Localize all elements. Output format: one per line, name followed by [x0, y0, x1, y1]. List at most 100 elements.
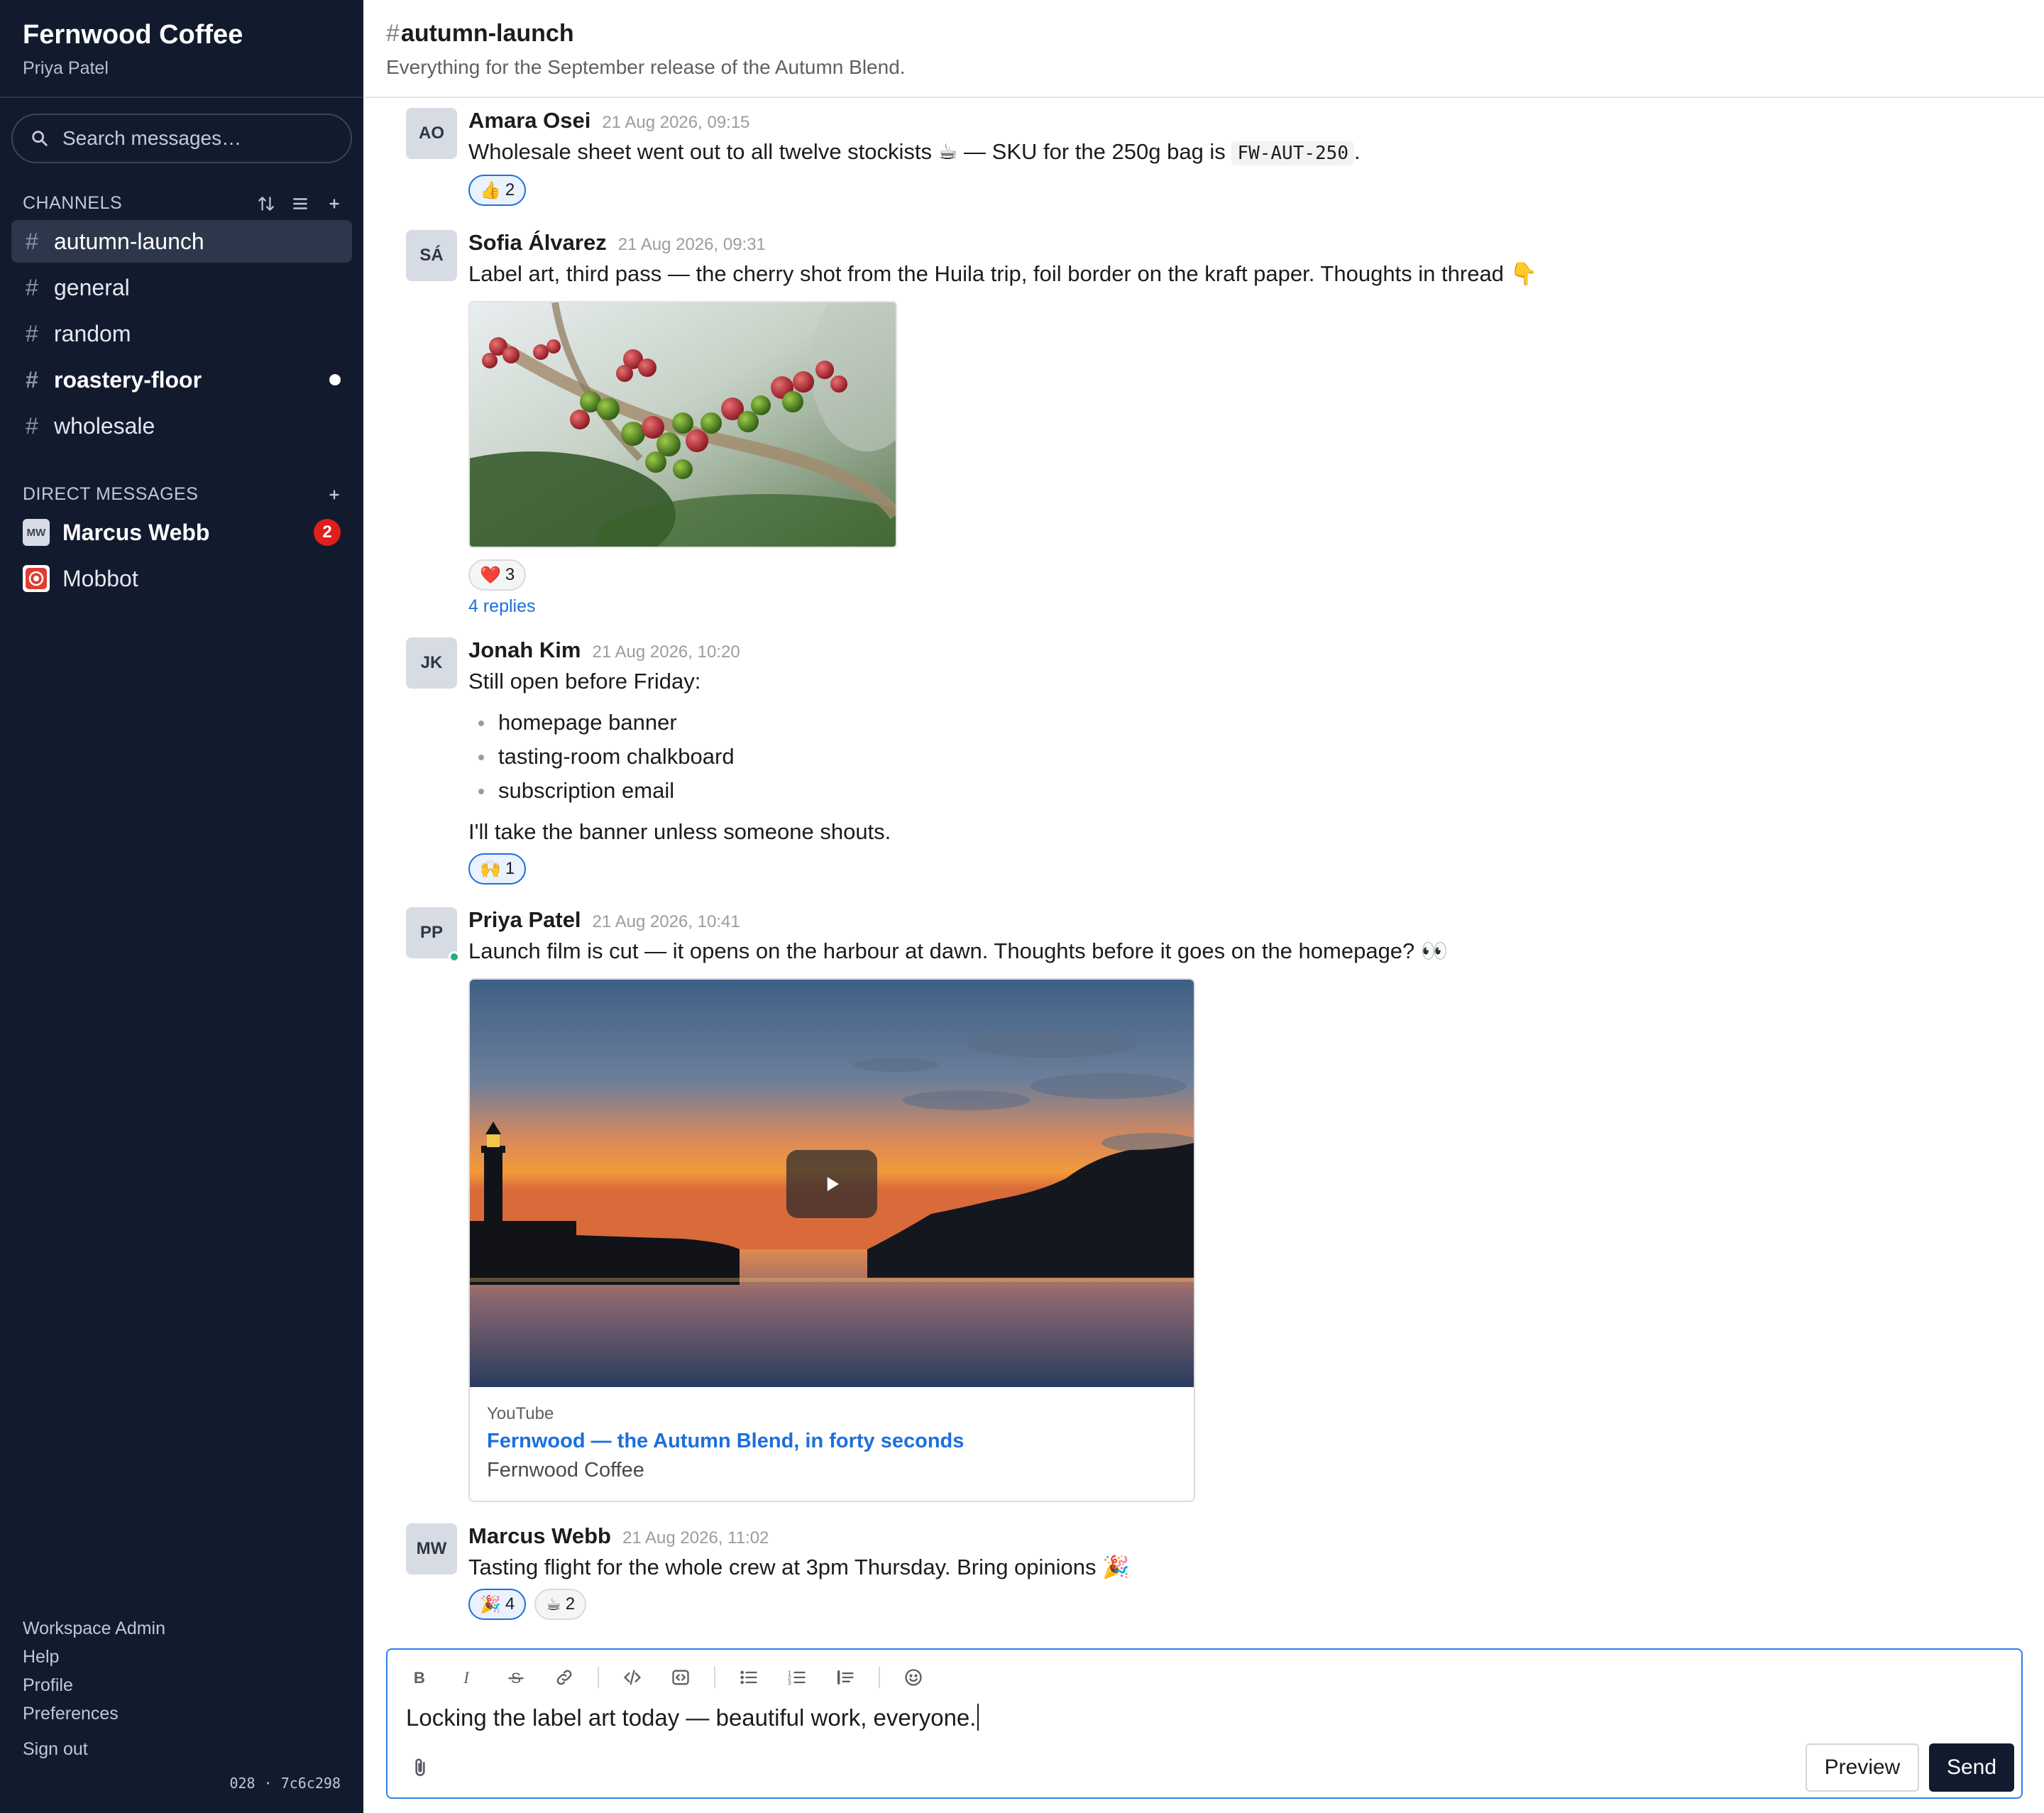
send-button[interactable]: Send	[1929, 1743, 2014, 1792]
sidebar: Fernwood Coffee Priya Patel CHANNELS # a…	[0, 0, 363, 1813]
sidebar-channel-wholesale[interactable]: # wholesale	[11, 405, 352, 447]
avatar[interactable]: PP	[406, 907, 457, 958]
search-input[interactable]	[62, 127, 332, 150]
message-author[interactable]: Marcus Webb	[468, 1523, 611, 1549]
play-button[interactable]	[786, 1150, 877, 1218]
reaction-pill[interactable]: ❤️ 3	[468, 559, 527, 591]
message-input[interactable]: Locking the label art today — beautiful …	[406, 1704, 979, 1731]
message-timestamp[interactable]: 21 Aug 2026, 11:02	[622, 1528, 769, 1548]
list-item: homepage banner	[468, 706, 2001, 740]
profile-link[interactable]: Profile	[23, 1675, 73, 1696]
unread-dot-icon	[329, 374, 341, 385]
video-embed[interactable]: YouTube Fernwood — the Autumn Blend, in …	[468, 978, 1195, 1502]
channel-header: #autumn-launch Everything for the Septem…	[386, 20, 906, 79]
channel-name: random	[54, 320, 131, 346]
video-source: YouTube	[487, 1404, 554, 1423]
sign-out-link[interactable]: Sign out	[23, 1739, 88, 1760]
channel-name: general	[54, 274, 130, 300]
message-timestamp[interactable]: 21 Aug 2026, 09:15	[602, 113, 749, 133]
sidebar-channel-random[interactable]: # random	[11, 312, 352, 355]
preferences-link[interactable]: Preferences	[23, 1704, 119, 1724]
reactions: 🙌 1	[468, 853, 2001, 884]
add-channel-icon[interactable]	[325, 195, 344, 213]
code-block-icon[interactable]	[666, 1663, 696, 1692]
channel-name: roastery-floor	[54, 366, 202, 393]
svg-text:I: I	[463, 1669, 470, 1687]
sidebar-channel-general[interactable]: # general	[11, 266, 352, 309]
blockquote-icon[interactable]	[830, 1663, 860, 1692]
reaction-pill[interactable]: ☕ 2	[534, 1589, 587, 1620]
sidebar-divider	[0, 97, 363, 98]
list-view-icon[interactable]	[291, 195, 309, 213]
workspace-admin-link[interactable]: Workspace Admin	[23, 1618, 165, 1639]
message-timestamp[interactable]: 21 Aug 2026, 09:31	[618, 235, 766, 255]
message-author[interactable]: Amara Osei	[468, 108, 590, 133]
search-box[interactable]	[11, 114, 352, 163]
svg-text:B: B	[414, 1669, 425, 1687]
add-dm-icon[interactable]	[325, 486, 344, 504]
reactions: 🎉 4 ☕ 2	[468, 1589, 2001, 1620]
message-text: Still open before Friday:	[468, 669, 701, 694]
avatar: MW	[23, 519, 50, 546]
heart-icon: ❤️	[480, 565, 501, 585]
sidebar-channel-autumn-launch[interactable]: # autumn-launch	[11, 220, 352, 263]
video-title-link[interactable]: Fernwood — the Autumn Blend, in forty se…	[487, 1430, 1177, 1453]
video-thumbnail[interactable]	[470, 980, 1194, 1387]
message-author[interactable]: Priya Patel	[468, 907, 581, 933]
toolbar-divider	[714, 1667, 715, 1688]
message-composer[interactable]: B I S 123 Locking the label art today — …	[386, 1648, 2023, 1799]
avatar[interactable]: AO	[406, 108, 457, 159]
sidebar-dm-marcus-webb[interactable]: MW Marcus Webb 2	[11, 511, 352, 554]
avatar[interactable]: MW	[406, 1523, 457, 1574]
bot-avatar-icon	[23, 565, 50, 592]
image-attachment[interactable]	[468, 301, 897, 548]
bold-icon[interactable]: B	[405, 1663, 434, 1692]
reaction-pill[interactable]: 👍 2	[468, 175, 527, 206]
hash-icon: #	[26, 366, 38, 393]
message-timestamp[interactable]: 21 Aug 2026, 10:41	[593, 912, 740, 932]
current-user: Priya Patel	[23, 58, 109, 78]
thread-replies-link[interactable]: 4 replies	[468, 596, 2001, 617]
help-link[interactable]: Help	[23, 1647, 59, 1667]
list-item: tasting-room chalkboard	[468, 740, 2001, 774]
paperclip-icon[interactable]	[409, 1755, 432, 1780]
link-icon[interactable]	[549, 1663, 579, 1692]
reaction-count: 1	[505, 859, 515, 878]
sort-icon[interactable]	[257, 195, 275, 213]
message-author[interactable]: Sofia Álvarez	[468, 230, 607, 256]
search-icon	[32, 131, 48, 146]
numbered-list-icon[interactable]: 123	[782, 1663, 812, 1692]
code-icon[interactable]	[617, 1663, 647, 1692]
channel-name: wholesale	[54, 412, 155, 439]
avatar[interactable]: JK	[406, 637, 457, 689]
reaction-pill[interactable]: 🎉 4	[468, 1589, 527, 1620]
preview-button[interactable]: Preview	[1806, 1743, 1919, 1792]
svg-text:3: 3	[788, 1680, 791, 1687]
format-toolbar: B I S 123	[405, 1663, 947, 1692]
message-author[interactable]: Jonah Kim	[468, 637, 581, 663]
hash-icon: #	[386, 20, 400, 47]
hash-icon: #	[26, 320, 38, 346]
bulleted-list-icon[interactable]	[734, 1663, 764, 1692]
play-icon	[827, 1177, 839, 1191]
coffee-icon: ☕	[546, 1594, 561, 1614]
video-info: YouTube Fernwood — the Autumn Blend, in …	[470, 1387, 1194, 1501]
channel-name: autumn-launch	[54, 228, 204, 254]
strikethrough-icon[interactable]: S	[501, 1663, 531, 1692]
header-divider	[363, 97, 2044, 98]
message-timestamp[interactable]: 21 Aug 2026, 10:20	[592, 642, 740, 662]
reaction-pill[interactable]: 🙌 1	[468, 853, 527, 884]
sidebar-channel-roastery-floor[interactable]: # roastery-floor	[11, 358, 352, 401]
message-text-part: Wholesale sheet went out to all twelve s…	[468, 139, 1226, 164]
hash-icon: #	[26, 412, 38, 439]
emoji-icon[interactable]	[899, 1663, 928, 1692]
sidebar-dm-mobbot[interactable]: Mobbot	[11, 557, 352, 600]
avatar[interactable]: SÁ	[406, 230, 457, 281]
italic-icon[interactable]: I	[453, 1663, 483, 1692]
reaction-count: 2	[565, 1594, 576, 1614]
hash-icon: #	[26, 274, 38, 300]
message-text-part: .	[1353, 139, 1361, 164]
presence-online-icon	[449, 951, 460, 963]
text-caret	[977, 1704, 979, 1731]
workspace-name[interactable]: Fernwood Coffee	[23, 20, 243, 50]
